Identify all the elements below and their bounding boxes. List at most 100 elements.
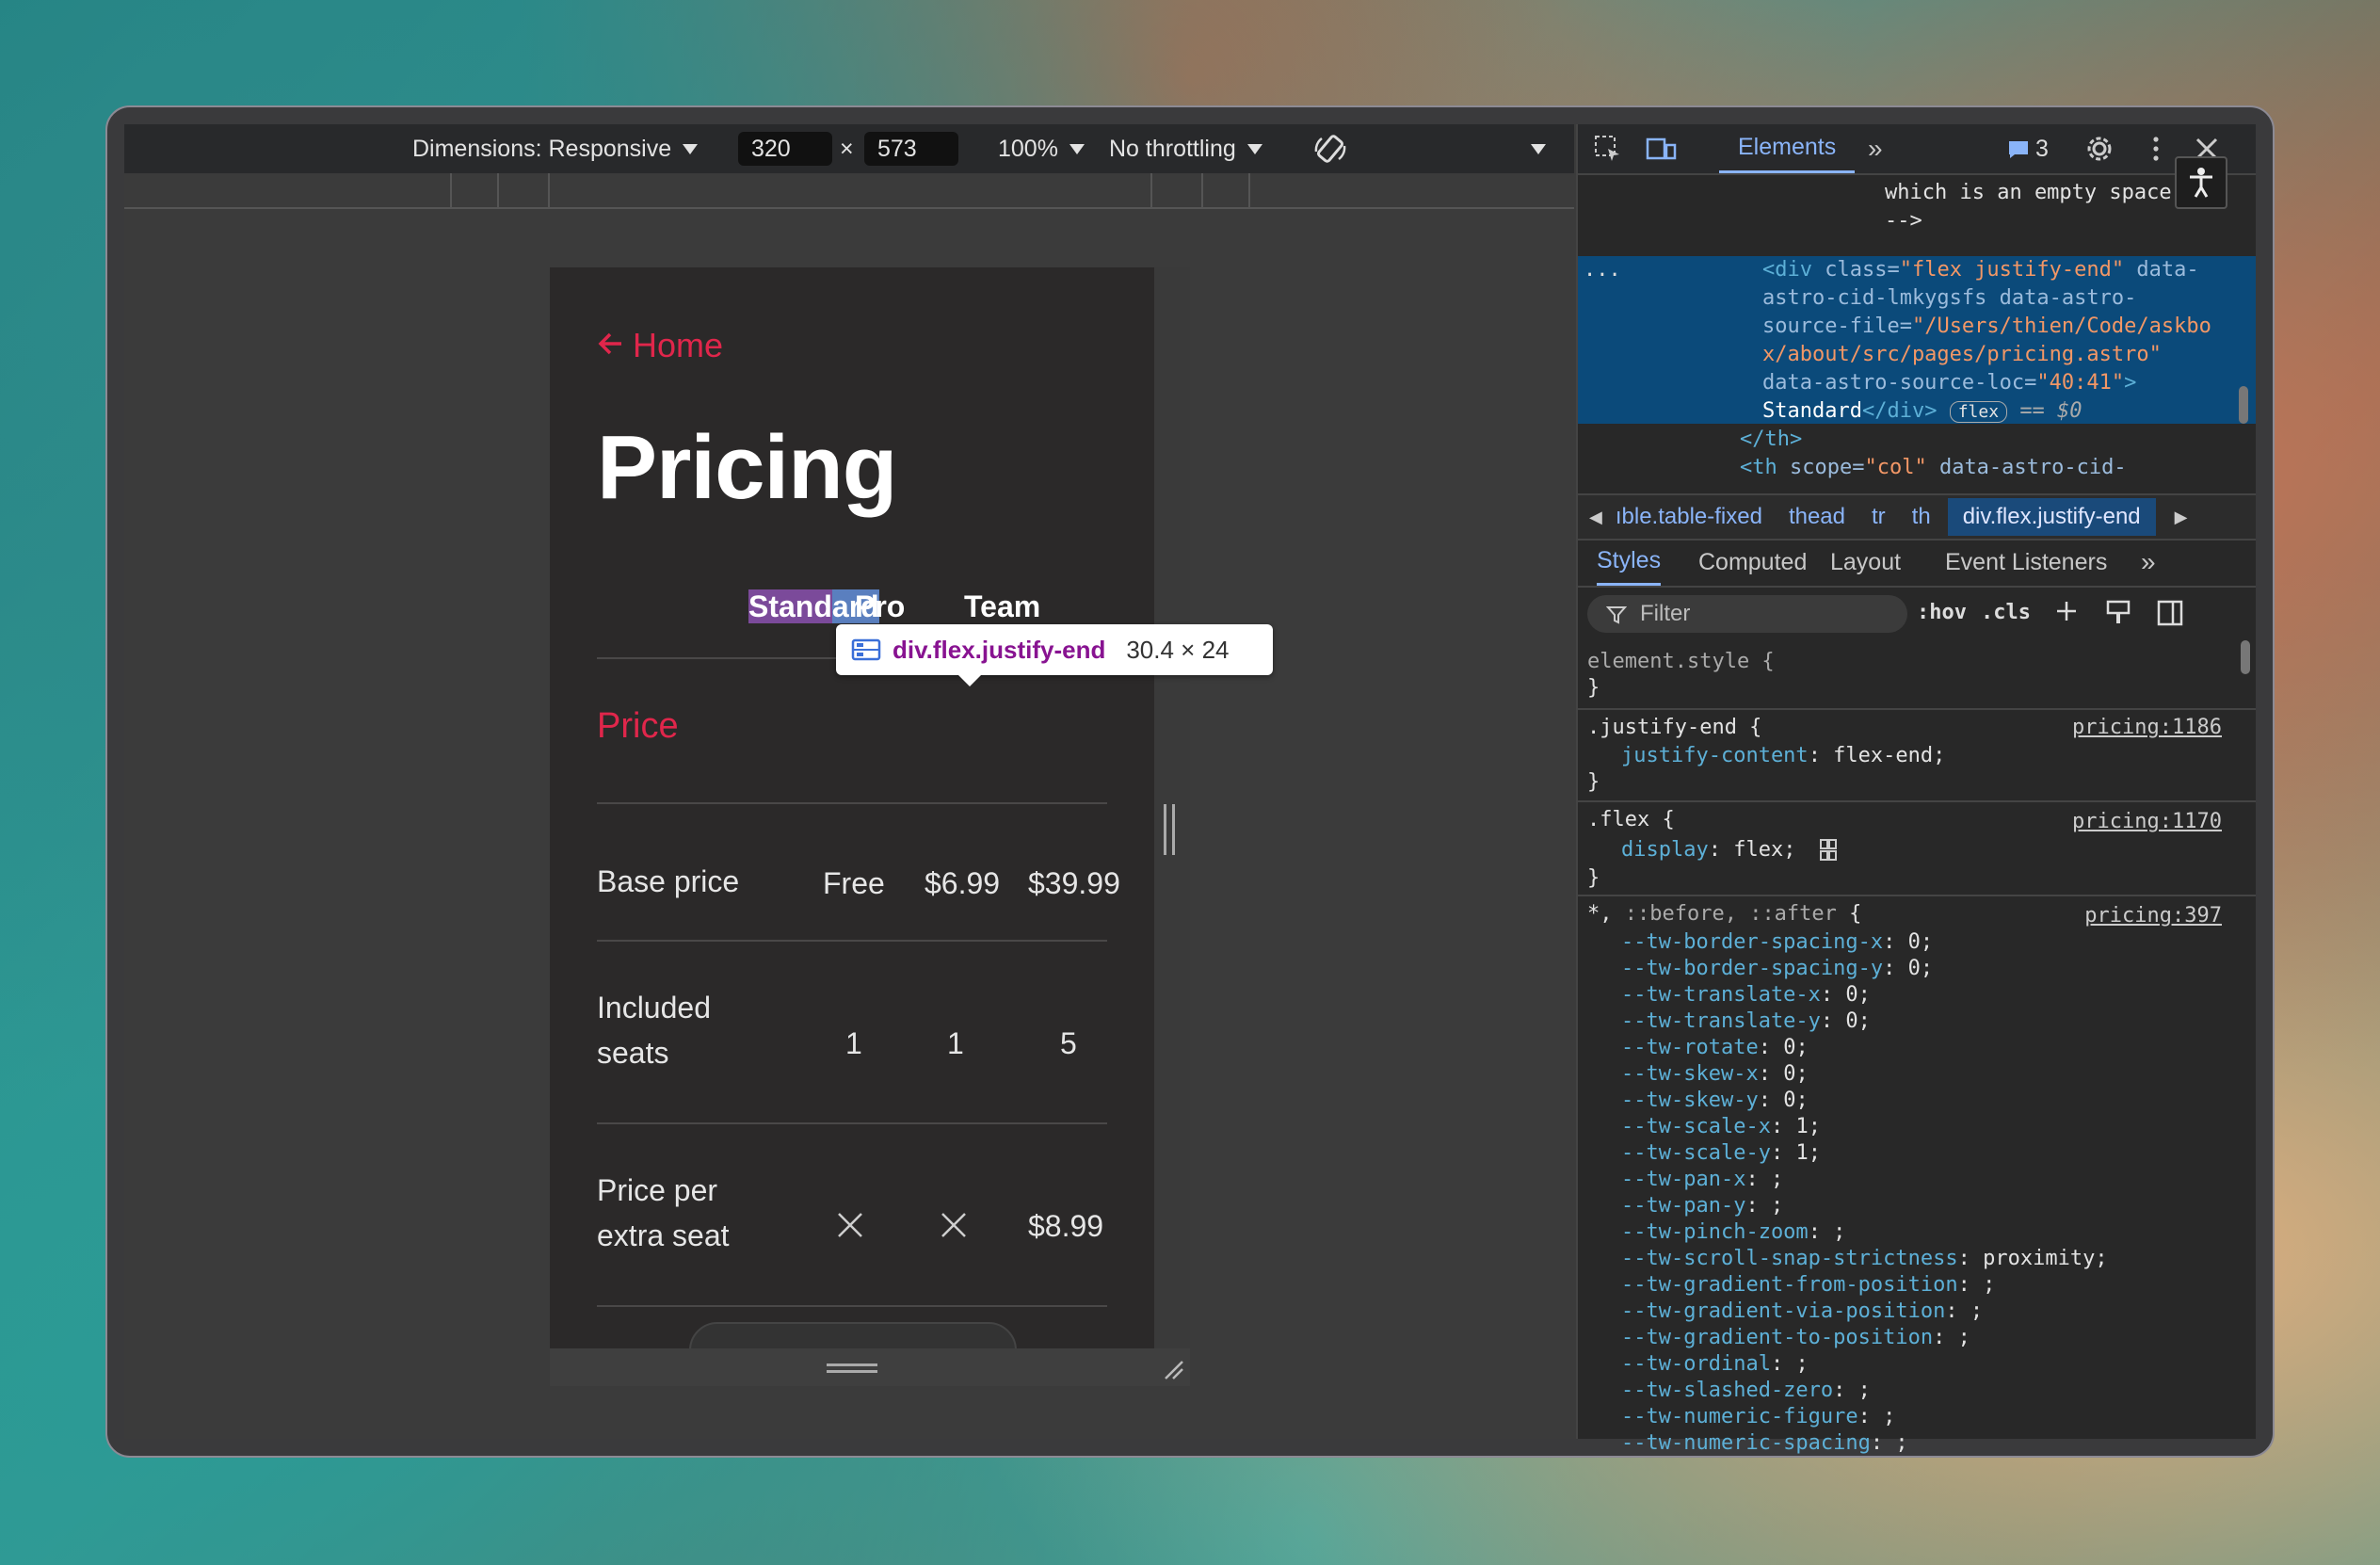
row-label-line: Included bbox=[597, 991, 711, 1025]
column-header-pro: Pro bbox=[855, 589, 906, 623]
style-declaration[interactable]: --tw-scroll-snap-strictness: proximity; bbox=[1621, 1247, 2108, 1270]
home-link[interactable]: Home bbox=[597, 326, 723, 365]
style-declaration[interactable]: --tw-pinch-zoom: ; bbox=[1621, 1220, 1845, 1244]
breadcrumb-item[interactable]: tr bbox=[1872, 504, 1886, 530]
style-declaration[interactable]: --tw-translate-y: 0; bbox=[1621, 1009, 1871, 1033]
style-declaration[interactable]: --tw-border-spacing-x: 0; bbox=[1621, 930, 1933, 954]
style-declaration[interactable]: --tw-skew-y: 0; bbox=[1621, 1089, 1809, 1112]
width-input[interactable]: 320 bbox=[738, 132, 832, 166]
zoom-label: 100% bbox=[998, 135, 1058, 162]
source-link[interactable]: pricing:397 bbox=[2084, 904, 2222, 928]
elements-scrollbar-thumb[interactable] bbox=[2239, 386, 2248, 424]
side-resize-handle-icon[interactable] bbox=[1164, 804, 1175, 855]
filter-input[interactable]: Filter bbox=[1587, 595, 1907, 633]
drag-handle-icon[interactable] bbox=[827, 1363, 877, 1373]
style-declaration[interactable]: --tw-scale-y: 1; bbox=[1621, 1141, 1821, 1165]
device-toolbar: Dimensions: Responsive 320 × 573 100% No… bbox=[124, 124, 1574, 173]
scroll-right-icon[interactable]: ▶ bbox=[2175, 508, 2188, 527]
breadcrumb-item[interactable]: th bbox=[1912, 504, 1931, 530]
source-link[interactable]: pricing:1170 bbox=[2072, 810, 2222, 833]
resize-corner-icon[interactable] bbox=[1162, 1358, 1184, 1380]
kebab-menu-icon[interactable] bbox=[2141, 134, 2171, 164]
style-declaration[interactable]: --tw-rotate: 0; bbox=[1621, 1036, 1809, 1059]
styles-subtabs: Styles Computed Layout Event Listeners » bbox=[1578, 539, 2256, 588]
dimensions-dropdown[interactable]: Dimensions: Responsive bbox=[412, 124, 699, 173]
tab-event-listeners[interactable]: Event Listeners bbox=[1945, 539, 2107, 586]
paint-brush-icon[interactable] bbox=[2105, 599, 2131, 627]
rotate-icon[interactable] bbox=[1312, 124, 1348, 173]
code-line: data-astro-source-loc="40:41"> bbox=[1762, 371, 2137, 395]
style-declaration[interactable]: --tw-scale-x: 1; bbox=[1621, 1115, 1821, 1138]
style-rule-flex: .flex { pricing:1170 display: flex; } bbox=[1578, 802, 2256, 896]
height-input[interactable]: 573 bbox=[864, 132, 958, 166]
code-line: Standard</div> flex == $0 bbox=[1762, 399, 2082, 423]
style-rule-universal: *, ::before, ::after { pricing:397 --tw-… bbox=[1578, 896, 2256, 1455]
style-declaration[interactable]: --tw-ordinal: ; bbox=[1621, 1352, 1809, 1376]
column-header-team: Team bbox=[964, 589, 1041, 623]
accessibility-icon[interactable] bbox=[2175, 156, 2227, 209]
device-bottom-handle-bar[interactable] bbox=[550, 1348, 1190, 1386]
floating-toolbar[interactable] bbox=[689, 1322, 1017, 1350]
style-declaration[interactable]: --tw-translate-x: 0; bbox=[1621, 983, 1871, 1007]
tab-elements[interactable]: Elements bbox=[1719, 124, 1856, 173]
style-declaration[interactable]: --tw-gradient-via-position: ; bbox=[1621, 1299, 1983, 1323]
row-label-line: seats bbox=[597, 1036, 669, 1070]
plus-icon[interactable] bbox=[2054, 599, 2082, 627]
style-declaration[interactable]: display: flex; bbox=[1621, 838, 1795, 862]
style-declaration[interactable]: --tw-gradient-to-position: ; bbox=[1621, 1326, 1970, 1349]
selector: element.style { bbox=[1587, 650, 1775, 673]
style-declaration[interactable]: --tw-pan-x: ; bbox=[1621, 1168, 1783, 1191]
style-declaration[interactable]: --tw-slashed-zero: ; bbox=[1621, 1379, 1871, 1402]
throttling-dropdown[interactable]: No throttling bbox=[1109, 124, 1262, 173]
style-declaration[interactable]: --tw-gradient-from-position: ; bbox=[1621, 1273, 1995, 1297]
selected-node[interactable]: ... <div class="flex justify-end" data- … bbox=[1578, 256, 2256, 424]
sidebar-toggle-icon[interactable] bbox=[2156, 599, 2184, 627]
tooltip-dimensions: 30.4 × 24 bbox=[1126, 635, 1230, 664]
cell-team-base: $39.99 bbox=[1028, 866, 1120, 900]
issues-count: 3 bbox=[2035, 136, 2049, 162]
row-label-price-per-extra-seat: Price per extra seat bbox=[597, 1168, 730, 1258]
tooltip-selector: div.flex.justify-end bbox=[892, 635, 1106, 664]
hov-toggle[interactable]: :hov bbox=[1917, 601, 1967, 624]
cell-pro-seats: 1 bbox=[947, 1026, 964, 1060]
section-label-price: Price bbox=[597, 706, 679, 746]
style-declaration[interactable]: justify-content: flex-end; bbox=[1621, 744, 1945, 767]
media-query-bar[interactable] bbox=[124, 173, 1574, 209]
settings-gear-icon[interactable] bbox=[2084, 134, 2115, 164]
row-label-line: extra seat bbox=[597, 1218, 730, 1252]
issues-badge[interactable]: 3 bbox=[2007, 136, 2049, 163]
code-line: x/about/src/pages/pricing.astro" bbox=[1762, 343, 2162, 366]
scroll-left-icon[interactable]: ◀ bbox=[1589, 508, 1602, 527]
more-options-dropdown[interactable] bbox=[1531, 124, 1546, 173]
zoom-dropdown[interactable]: 100% bbox=[998, 124, 1085, 173]
flex-badge[interactable]: flex bbox=[1949, 401, 2008, 423]
style-declaration[interactable]: --tw-pan-y: ; bbox=[1621, 1194, 1783, 1218]
x-icon bbox=[941, 1213, 966, 1237]
more-subtabs-icon[interactable]: » bbox=[2141, 539, 2156, 586]
tab-computed[interactable]: Computed bbox=[1698, 539, 1807, 586]
chevron-down-icon bbox=[683, 143, 699, 154]
inspect-element-icon[interactable] bbox=[1593, 134, 1623, 164]
grid-layout-icon bbox=[851, 637, 881, 662]
tab-layout[interactable]: Layout bbox=[1830, 539, 1901, 586]
style-declaration[interactable]: --tw-skew-x: 0; bbox=[1621, 1062, 1809, 1086]
code-line: --> bbox=[1885, 209, 1922, 233]
row-label-included-seats: Included seats bbox=[597, 985, 711, 1075]
message-icon bbox=[2009, 140, 2028, 158]
chevron-down-icon bbox=[1246, 143, 1262, 154]
page-title: Pricing bbox=[597, 417, 897, 518]
flexbox-editor-icon[interactable] bbox=[1819, 838, 1845, 863]
styles-scrollbar-thumb[interactable] bbox=[2241, 640, 2250, 674]
cls-toggle[interactable]: .cls bbox=[1981, 601, 2031, 624]
tab-styles[interactable]: Styles bbox=[1597, 539, 1662, 586]
style-declaration[interactable]: --tw-numeric-figure: ; bbox=[1621, 1405, 1895, 1428]
source-link[interactable]: pricing:1186 bbox=[2072, 716, 2222, 739]
breadcrumb-item-active[interactable]: div.flex.justify-end bbox=[1947, 498, 2156, 536]
breadcrumb-item[interactable]: ıble.table-fixed bbox=[1616, 504, 1762, 530]
device-toggle-icon[interactable] bbox=[1646, 134, 1677, 164]
more-tabs-icon[interactable]: » bbox=[1868, 134, 1883, 164]
devtools-panel: Elements » 3 which is an empty space. --… bbox=[1576, 124, 2256, 1455]
breadcrumb-item[interactable]: thead bbox=[1789, 504, 1845, 530]
style-declaration[interactable]: --tw-numeric-spacing: ; bbox=[1621, 1431, 1908, 1455]
style-declaration[interactable]: --tw-border-spacing-y: 0; bbox=[1621, 957, 1933, 980]
